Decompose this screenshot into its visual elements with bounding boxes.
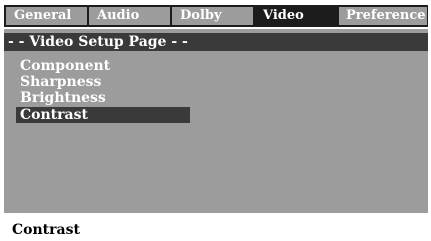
menu-item-component[interactable]: Component xyxy=(16,58,190,74)
menu-item-label: Brightness xyxy=(20,90,106,106)
video-setup-panel: - - Video Setup Page - - Component Sharp… xyxy=(4,29,428,213)
tab-general[interactable]: General xyxy=(6,7,87,25)
menu-item-brightness[interactable]: Brightness xyxy=(16,90,190,106)
status-footer: Contrast xyxy=(4,213,428,241)
tab-dolby[interactable]: Dolby xyxy=(172,7,253,25)
tab-bar: General Audio Dolby Video Preference xyxy=(4,5,428,27)
dvd-setup-screen: General Audio Dolby Video Preference - -… xyxy=(4,5,428,241)
tab-audio-label: Audio xyxy=(97,8,140,23)
tab-preference[interactable]: Preference xyxy=(339,7,427,25)
menu-item-label: Sharpness xyxy=(20,74,102,90)
menu-item-sharpness[interactable]: Sharpness xyxy=(16,74,190,90)
tab-video[interactable]: Video xyxy=(255,7,337,25)
menu-item-label: Contrast xyxy=(20,107,88,123)
tab-preference-label: Preference xyxy=(346,8,426,23)
footer-description: Contrast xyxy=(12,222,80,238)
tab-audio[interactable]: Audio xyxy=(89,7,170,25)
menu-item-contrast[interactable]: Contrast xyxy=(16,107,190,123)
menu-item-label: Component xyxy=(20,58,111,74)
page-title: - - Video Setup Page - - xyxy=(4,33,428,51)
tab-video-label: Video xyxy=(263,8,304,23)
tab-dolby-label: Dolby xyxy=(180,8,222,23)
video-setup-menu: Component Sharpness Brightness Contrast xyxy=(16,58,190,123)
tab-general-label: General xyxy=(14,8,72,23)
